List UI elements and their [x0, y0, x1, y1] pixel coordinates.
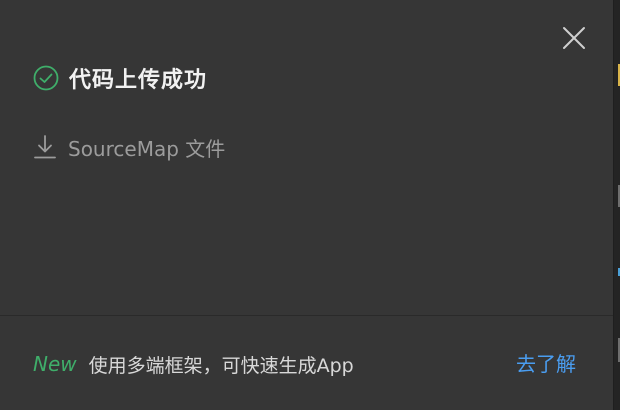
dialog-title: 代码上传成功 [69, 68, 208, 93]
close-icon [563, 27, 585, 49]
download-icon [34, 135, 56, 159]
background-window-edge [613, 0, 620, 410]
learn-more-link[interactable]: 去了解 [516, 350, 576, 378]
sourcemap-download-link[interactable]: SourceMap 文件 [33, 133, 225, 161]
new-badge: New [33, 352, 77, 376]
footer-divider [0, 315, 613, 316]
close-button[interactable] [561, 25, 587, 51]
dialog-footer: New 使用多端框架，可快速生成App [33, 350, 354, 378]
check-circle-icon [33, 65, 59, 91]
dialog-header: 代码上传成功 [33, 64, 208, 93]
footer-message: 使用多端框架，可快速生成App [88, 354, 354, 377]
upload-success-dialog: 代码上传成功 SourceMap 文件 New 使用多端框架，可快速生成App … [0, 0, 613, 410]
sourcemap-download-label: SourceMap 文件 [68, 136, 226, 161]
